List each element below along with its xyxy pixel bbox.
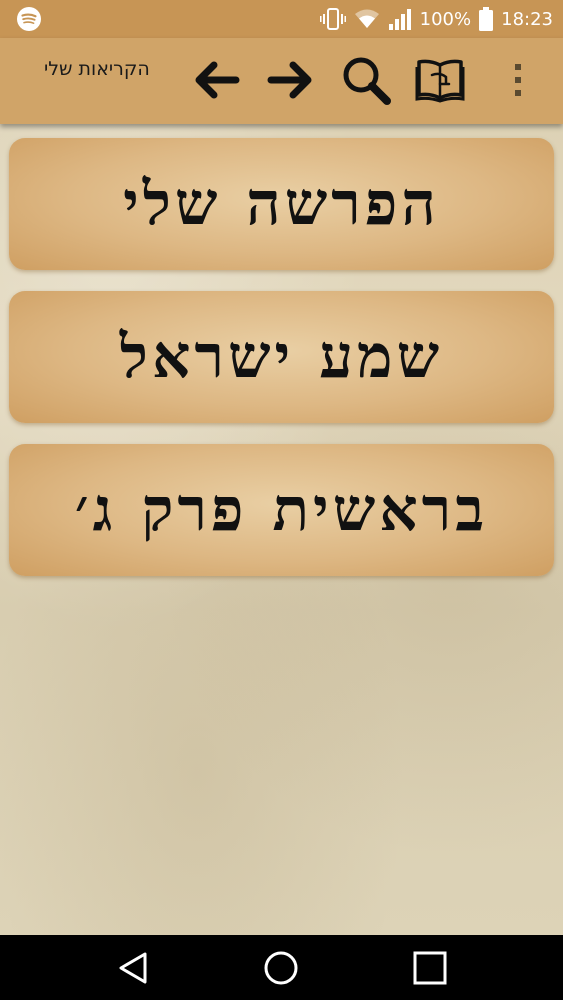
status-bar: 100% 18:23 bbox=[0, 0, 563, 38]
battery-full-icon bbox=[479, 7, 494, 31]
book-icon bbox=[415, 59, 465, 103]
nav-recents-icon bbox=[413, 951, 447, 984]
status-time: 18:23 bbox=[501, 8, 553, 30]
vibrate-icon bbox=[319, 7, 346, 31]
toolbar-title: הקריאות שלי bbox=[44, 58, 150, 80]
reading-card-label: בראשית פרק ג׳ bbox=[74, 475, 489, 545]
app-toolbar: הקריאות שלי bbox=[0, 38, 563, 124]
back-button[interactable] bbox=[188, 52, 244, 108]
readings-list: הפרשה שלי שמע ישראל בראשית פרק ג׳ bbox=[0, 124, 563, 935]
signal-icon bbox=[388, 8, 412, 30]
battery-percent: 100% bbox=[419, 8, 472, 30]
reading-card-label: שמע ישראל bbox=[119, 322, 444, 392]
overflow-menu-icon bbox=[515, 64, 521, 96]
overflow-menu-button[interactable] bbox=[500, 52, 536, 108]
nav-recents-button[interactable] bbox=[405, 945, 455, 990]
arrow-left-icon bbox=[195, 61, 240, 99]
search-icon bbox=[343, 57, 391, 105]
spotify-icon bbox=[16, 6, 42, 32]
nav-home-button[interactable] bbox=[256, 945, 306, 990]
book-button[interactable] bbox=[412, 52, 468, 108]
forward-button[interactable] bbox=[263, 52, 319, 108]
reading-card-label: הפרשה שלי bbox=[123, 169, 440, 239]
search-button[interactable] bbox=[338, 52, 394, 108]
nav-back-button[interactable] bbox=[108, 945, 158, 990]
reading-card-bereshit-chapter-3[interactable]: בראשית פרק ג׳ bbox=[9, 444, 554, 576]
arrow-right-icon bbox=[267, 61, 312, 99]
system-nav-bar bbox=[0, 935, 563, 1000]
wifi-icon bbox=[354, 8, 380, 30]
nav-home-icon bbox=[264, 951, 298, 984]
reading-card-my-parasha[interactable]: הפרשה שלי bbox=[9, 138, 554, 270]
reading-card-shema-israel[interactable]: שמע ישראל bbox=[9, 291, 554, 423]
nav-back-icon bbox=[119, 952, 147, 983]
